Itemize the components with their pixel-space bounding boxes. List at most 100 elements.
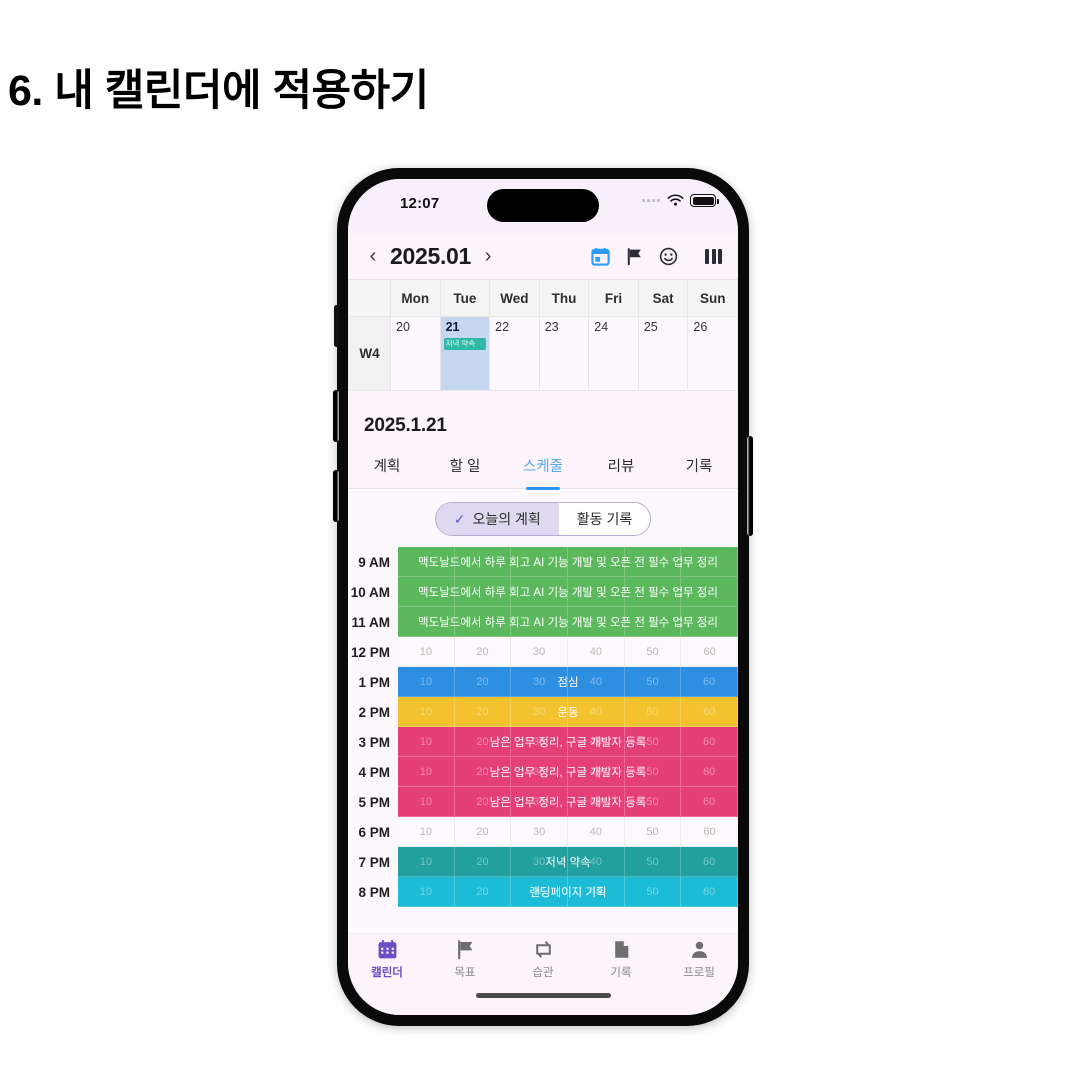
smiley-icon[interactable] xyxy=(659,247,678,266)
timeline-hour-label: 8 PM xyxy=(348,877,398,907)
timeline-event-block[interactable]: 남은 업무 정리, 구글 개발자 등록 xyxy=(398,757,738,787)
timeline-minute-cell[interactable]: 20 xyxy=(454,637,512,667)
timeline-row[interactable]: 6 PM 10 20 30 40 50 60 xyxy=(348,817,738,847)
columns-icon[interactable] xyxy=(705,248,722,264)
timeline-event-block[interactable]: 랜딩페이지 기획 xyxy=(398,877,738,907)
day-cell-25[interactable]: 25 xyxy=(638,316,689,390)
timeline-row[interactable]: 5 PM 10 20 30 40 50 60 남은 업무 정리, 구글 개발자 등록 xyxy=(348,787,738,817)
nav-item-profile[interactable]: 프로필 xyxy=(660,939,738,993)
timeline-minute-cell[interactable]: 50 xyxy=(624,817,682,847)
timeline-row[interactable]: 4 PM 10 20 30 40 50 60 남은 업무 정리, 구글 개발자 등록 xyxy=(348,757,738,787)
timeline-row[interactable]: 9 AM 맥도날드에서 하루 회고 AI 기능 개발 및 오픈 전 필수 업무 정… xyxy=(348,547,738,577)
check-icon: ✓ xyxy=(453,510,466,527)
timeline-row[interactable]: 3 PM 10 20 30 40 50 60 남은 업무 정리, 구글 개발자 등록 xyxy=(348,727,738,757)
timeline-row[interactable]: 1 PM 10 20 30 40 50 60 점심 xyxy=(348,667,738,697)
schedule-timeline[interactable]: 9 AM 맥도날드에서 하루 회고 AI 기능 개발 및 오픈 전 필수 업무 정… xyxy=(348,547,738,933)
day-number: 20 xyxy=(396,320,410,334)
timeline-event-block[interactable]: 운동 xyxy=(398,697,738,727)
tab-schedule[interactable]: 스케줄 xyxy=(504,447,582,488)
day-event-chip[interactable]: 저녁 약속 xyxy=(443,338,487,350)
segmented-control-wrap: ✓ 오늘의 계획 활동 기록 xyxy=(348,489,738,547)
timeline-event-block[interactable]: 남은 업무 정리, 구글 개발자 등록 xyxy=(398,727,738,757)
day-number: 21 xyxy=(445,320,460,334)
volume-down-button[interactable] xyxy=(333,470,339,522)
timeline-minute-cell[interactable]: 60 xyxy=(681,817,738,847)
app-header: ‹ 2025.01 › xyxy=(348,233,738,279)
segment-activity-log[interactable]: 활동 기록 xyxy=(558,503,651,535)
timeline-hour-label: 10 AM xyxy=(348,577,398,607)
day-cell-23[interactable]: 23 xyxy=(539,316,590,390)
tab-plan[interactable]: 계획 xyxy=(348,447,426,488)
volume-up-button[interactable] xyxy=(333,390,339,442)
nav-label: 목표 xyxy=(454,967,476,979)
timeline-minute-cells: 10 20 30 40 50 60 운동 xyxy=(398,697,738,727)
next-month-button[interactable]: › xyxy=(477,245,499,268)
nav-label: 프로필 xyxy=(683,967,715,979)
calendar-icon[interactable] xyxy=(591,247,610,266)
timeline-event-block[interactable]: 맥도날드에서 하루 회고 AI 기능 개발 및 오픈 전 필수 업무 정리 xyxy=(398,547,738,577)
tab-record[interactable]: 기록 xyxy=(660,447,738,488)
timeline-minute-cell[interactable]: 40 xyxy=(568,817,625,847)
timeline-minute-cells: 10 20 30 40 50 60 xyxy=(398,637,738,667)
timeline-event-block[interactable]: 저녁 약속 xyxy=(398,847,738,877)
timeline-row[interactable]: 2 PM 10 20 30 40 50 60 운동 xyxy=(348,697,738,727)
nav-label: 습관 xyxy=(532,967,554,979)
day-cell-22[interactable]: 22 xyxy=(490,316,540,390)
timeline-hour-label: 9 AM xyxy=(348,547,398,577)
bottom-navigation: 캘린더 목표 습관 기록 프로필 xyxy=(348,933,738,993)
timeline-minute-cell[interactable]: 20 xyxy=(454,817,512,847)
timeline-minute-cells: 10 20 30 40 50 60 랜딩페이지 기획 xyxy=(398,877,738,907)
timeline-event-block[interactable]: 남은 업무 정리, 구글 개발자 등록 xyxy=(398,787,738,817)
month-label: 2025.01 xyxy=(390,242,472,269)
timeline-event-block[interactable]: 맥도날드에서 하루 회고 AI 기능 개발 및 오픈 전 필수 업무 정리 xyxy=(398,607,738,637)
timeline-minute-cell[interactable]: 10 xyxy=(398,817,455,847)
power-button[interactable] xyxy=(747,436,753,536)
timeline-row[interactable]: 8 PM 10 20 30 40 50 60 랜딩페이지 기획 xyxy=(348,877,738,907)
timeline-minute-cells: 10 20 30 40 50 60 남은 업무 정리, 구글 개발자 등록 xyxy=(398,787,738,817)
timeline-hour-label: 6 PM xyxy=(348,817,398,847)
timeline-minute-cells: 맥도날드에서 하루 회고 AI 기능 개발 및 오픈 전 필수 업무 정리 xyxy=(398,577,738,607)
tab-review[interactable]: 리뷰 xyxy=(582,447,660,488)
flag-icon[interactable] xyxy=(625,247,644,266)
timeline-row[interactable]: 7 PM 10 20 30 40 50 60 저녁 약속 xyxy=(348,847,738,877)
page-title: 6. 내 캘린더에 적용하기 xyxy=(8,67,429,115)
day-cell-21[interactable]: 21 저녁 약속 xyxy=(440,316,491,390)
weekday-header-sun: Sun xyxy=(688,279,738,316)
signal-dots-icon xyxy=(642,199,660,202)
timeline-minute-cells: 10 20 30 40 50 60 xyxy=(398,817,738,847)
timeline-hour-label: 11 AM xyxy=(348,607,398,637)
prev-month-button[interactable]: ‹ xyxy=(362,245,384,268)
timeline-minute-cell[interactable]: 30 xyxy=(511,817,568,847)
day-cell-20[interactable]: 20 xyxy=(391,316,441,390)
timeline-minute-cells: 10 20 30 40 50 60 남은 업무 정리, 구글 개발자 등록 xyxy=(398,727,738,757)
weekday-header-wed: Wed xyxy=(490,279,540,316)
timeline-row[interactable]: 12 PM 10 20 30 40 50 60 xyxy=(348,637,738,667)
timeline-event-block[interactable]: 맥도날드에서 하루 회고 AI 기능 개발 및 오픈 전 필수 업무 정리 xyxy=(398,577,738,607)
silent-switch-button[interactable] xyxy=(334,305,339,347)
nav-item-habit[interactable]: 습관 xyxy=(504,939,582,993)
nav-item-record[interactable]: 기록 xyxy=(582,939,660,993)
nav-item-calendar[interactable]: 캘린더 xyxy=(348,939,426,993)
timeline-minute-cell[interactable]: 40 xyxy=(568,637,625,667)
timeline-row[interactable]: 11 AM 맥도날드에서 하루 회고 AI 기능 개발 및 오픈 전 필수 업무 … xyxy=(348,607,738,637)
day-number: 25 xyxy=(643,320,658,334)
tab-todo[interactable]: 할 일 xyxy=(426,447,504,488)
timeline-minute-cells: 맥도날드에서 하루 회고 AI 기능 개발 및 오픈 전 필수 업무 정리 xyxy=(398,547,738,577)
timeline-hour-label: 4 PM xyxy=(348,757,398,787)
timeline-minute-cell[interactable]: 30 xyxy=(511,637,568,667)
nav-item-goal[interactable]: 목표 xyxy=(426,939,504,993)
timeline-row[interactable]: 10 AM 맥도날드에서 하루 회고 AI 기능 개발 및 오픈 전 필수 업무 … xyxy=(348,577,738,607)
day-cell-24[interactable]: 24 xyxy=(589,316,639,390)
weekday-header-sat: Sat xyxy=(638,279,689,316)
timeline-minute-cell[interactable]: 50 xyxy=(624,637,682,667)
timeline-minute-cell[interactable]: 10 xyxy=(398,637,455,667)
timeline-minute-cell[interactable]: 60 xyxy=(681,637,738,667)
segment-today-plan[interactable]: ✓ 오늘의 계획 xyxy=(435,503,559,535)
segment-label: 활동 기록 xyxy=(576,511,633,527)
status-time: 12:07 xyxy=(400,195,440,212)
nav-label: 캘린더 xyxy=(371,967,403,979)
timeline-minute-cells: 맥도날드에서 하루 회고 AI 기능 개발 및 오픈 전 필수 업무 정리 xyxy=(398,607,738,637)
timeline-event-block[interactable]: 점심 xyxy=(398,667,738,697)
day-cell-26[interactable]: 26 xyxy=(688,316,738,390)
document-icon xyxy=(614,941,628,958)
